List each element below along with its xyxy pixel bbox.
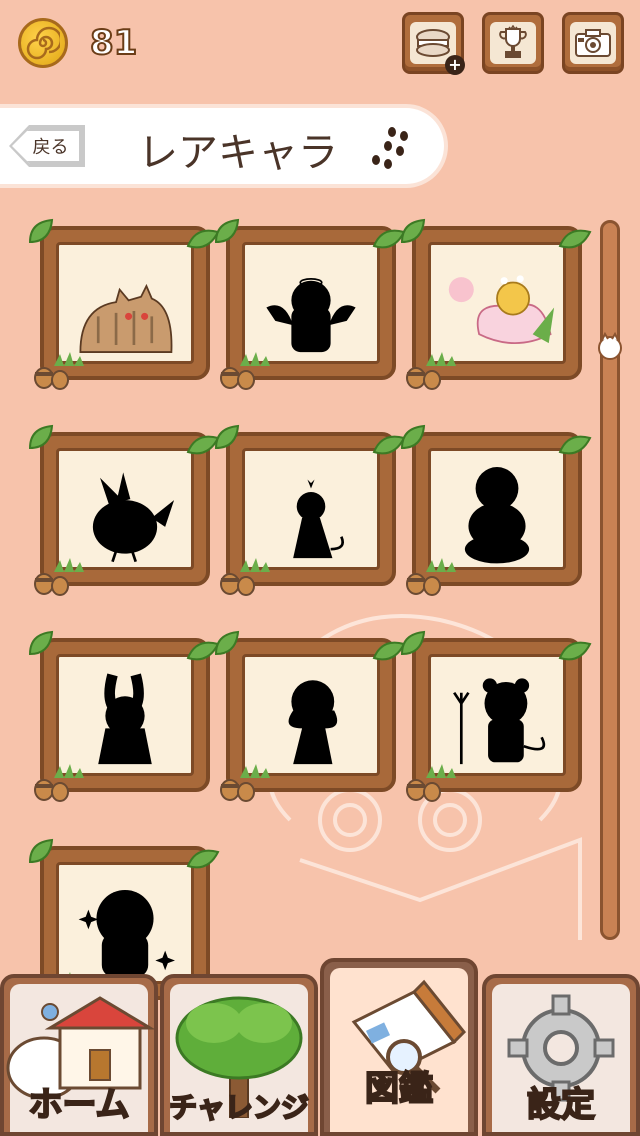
leaf-icon bbox=[558, 435, 592, 455]
leaf-icon bbox=[558, 229, 592, 249]
character-card[interactable] bbox=[28, 630, 220, 802]
coin-count: 81 bbox=[89, 22, 138, 64]
acorn-icon bbox=[220, 779, 255, 802]
character-card[interactable] bbox=[400, 424, 592, 596]
character-card[interactable] bbox=[214, 218, 406, 390]
back-button-label: 戻る bbox=[32, 137, 69, 158]
nav-settings[interactable]: 設定 bbox=[482, 974, 640, 1136]
coin-display: 81 bbox=[18, 18, 138, 68]
leaf-icon bbox=[28, 630, 54, 656]
acorn-icon bbox=[34, 367, 69, 390]
card-frame bbox=[428, 242, 566, 364]
nav-challenge-label: チャレンジ bbox=[168, 1090, 310, 1125]
trophy-icon bbox=[499, 25, 527, 58]
nav-settings-label: 設定 bbox=[526, 1084, 596, 1126]
leaf-icon bbox=[558, 641, 592, 661]
nav-encyclopedia[interactable]: 図鑑 bbox=[320, 958, 478, 1136]
scrollbar-thumb[interactable] bbox=[594, 330, 626, 362]
character-card[interactable] bbox=[28, 424, 220, 596]
plus-icon: + bbox=[445, 55, 465, 75]
scrollbar-track[interactable] bbox=[600, 220, 620, 940]
card-frame bbox=[56, 242, 194, 364]
card-frame bbox=[242, 654, 380, 776]
character-card[interactable] bbox=[400, 630, 592, 802]
paw-prints-icon bbox=[366, 124, 414, 176]
acorn-icon bbox=[220, 573, 255, 596]
acorn-icon bbox=[406, 573, 441, 596]
acorn-icon bbox=[406, 779, 441, 802]
angel-silhouette bbox=[266, 278, 356, 353]
coin-icon bbox=[18, 18, 68, 68]
camera-button[interactable] bbox=[562, 12, 624, 74]
leaf-icon bbox=[400, 630, 426, 656]
leaf-icon bbox=[28, 424, 54, 450]
cat-character bbox=[79, 283, 173, 353]
flower-fairy-character bbox=[448, 275, 555, 344]
princess-silhouette bbox=[293, 479, 345, 559]
card-frame bbox=[56, 448, 194, 570]
leaf-icon bbox=[214, 218, 240, 244]
nav-challenge[interactable]: チャレンジ bbox=[160, 974, 318, 1136]
bottom-nav: ホーム チャレンジ 図鑑 設定 bbox=[0, 958, 640, 1136]
nav-home[interactable]: ホーム bbox=[0, 974, 158, 1136]
nav-encyclopedia-label: 図鑑 bbox=[364, 1068, 434, 1110]
snowman-silhouette bbox=[464, 467, 530, 564]
acorn-icon bbox=[34, 573, 69, 596]
character-card[interactable] bbox=[400, 218, 592, 390]
nav-home-label: ホーム bbox=[28, 1084, 131, 1126]
leaf-icon bbox=[400, 424, 426, 450]
card-frame bbox=[242, 242, 380, 364]
leaf-icon bbox=[214, 630, 240, 656]
leaf-icon bbox=[28, 838, 54, 864]
card-frame bbox=[56, 654, 194, 776]
character-card[interactable] bbox=[214, 424, 406, 596]
girl-silhouette bbox=[288, 680, 338, 765]
leaf-icon bbox=[186, 849, 220, 869]
page-title: レアキャラ bbox=[138, 130, 338, 176]
trophy-button[interactable] bbox=[482, 12, 544, 74]
leaf-icon bbox=[28, 218, 54, 244]
character-card[interactable] bbox=[28, 218, 220, 390]
card-frame bbox=[242, 448, 380, 570]
macaron-add-icon bbox=[416, 29, 450, 57]
devil-bear-silhouette bbox=[453, 678, 546, 765]
acorn-icon bbox=[34, 779, 69, 802]
macaron-add-button[interactable]: + bbox=[402, 12, 465, 75]
leaf-icon bbox=[214, 424, 240, 450]
card-frame bbox=[428, 654, 566, 776]
character-card[interactable] bbox=[214, 630, 406, 802]
leaf-icon bbox=[400, 218, 426, 244]
acorn-icon bbox=[220, 367, 255, 390]
bird-silhouette bbox=[92, 472, 175, 563]
card-frame bbox=[428, 448, 566, 570]
acorn-icon bbox=[406, 367, 441, 390]
rabbit-silhouette bbox=[98, 673, 152, 765]
camera-icon bbox=[575, 29, 611, 57]
